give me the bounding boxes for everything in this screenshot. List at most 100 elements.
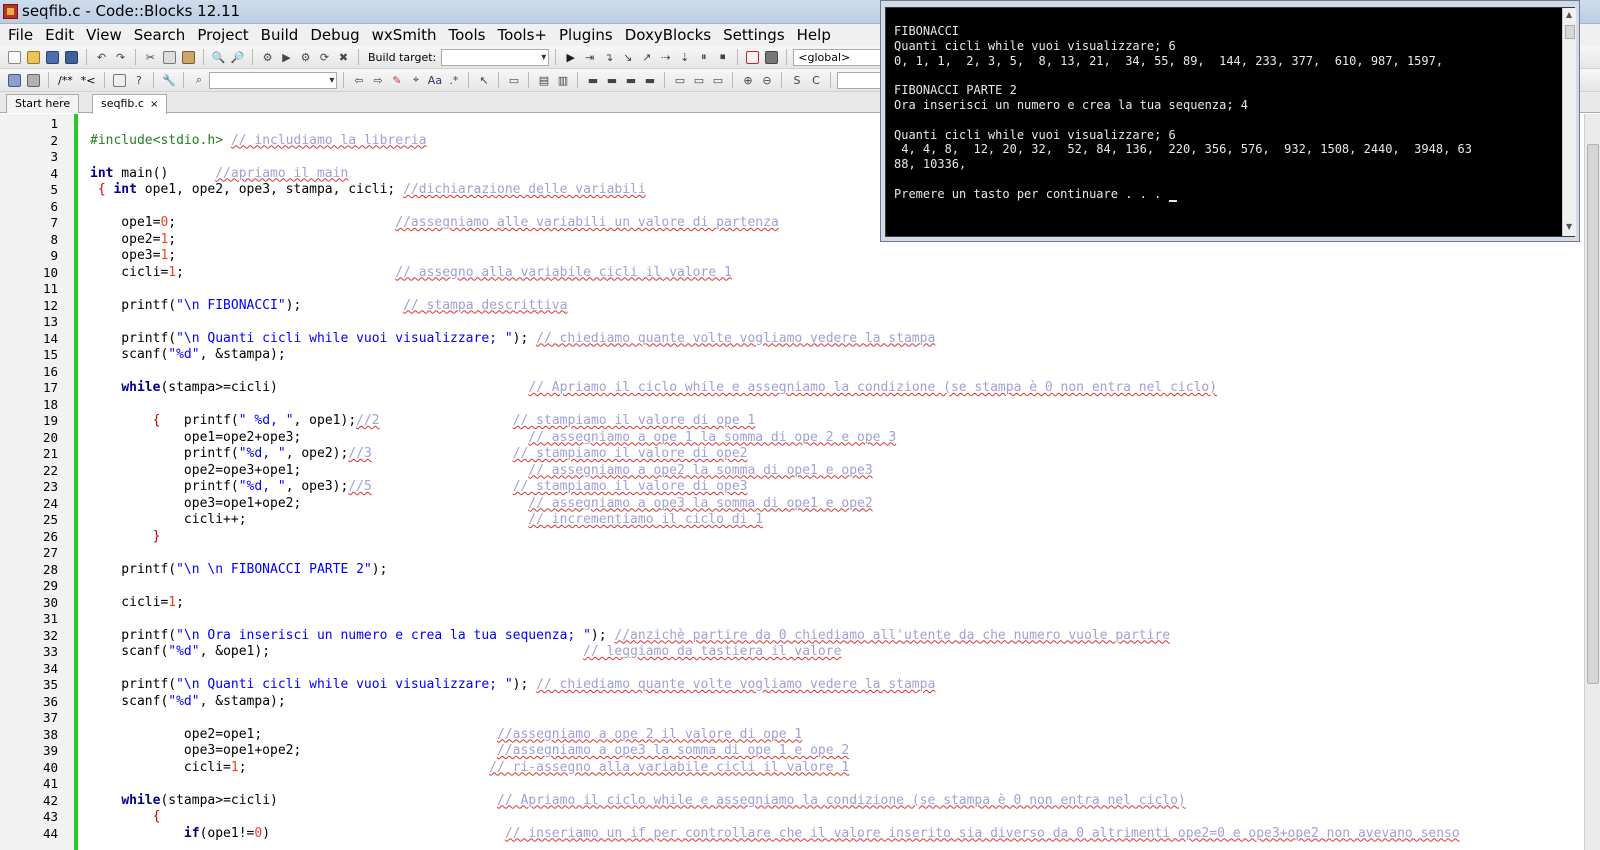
cut-icon[interactable]: ✂ [143, 50, 158, 65]
code-line[interactable]: 13 [0, 314, 1584, 331]
code-line[interactable]: 11 [0, 281, 1584, 298]
debugging-windows-icon[interactable] [745, 50, 760, 65]
rebuild-icon[interactable]: ⟳ [317, 50, 332, 65]
block-tool-2-icon[interactable]: ▬ [604, 73, 619, 88]
code-line[interactable]: 23 printf("%d, ", ope3);//5 // stampiamo… [0, 479, 1584, 496]
menu-settings[interactable]: Settings [717, 26, 791, 44]
menu-wxsmith[interactable]: wxSmith [366, 26, 443, 44]
menu-search[interactable]: Search [128, 26, 192, 44]
code-line[interactable]: 19 { printf(" %d, ", ope1);//2 // stampi… [0, 413, 1584, 430]
menu-edit[interactable]: Edit [39, 26, 80, 44]
build-and-run-icon[interactable]: ⚙ [298, 50, 313, 65]
stop-debugger-icon[interactable]: ⏹ [715, 50, 730, 65]
code-line[interactable]: 12 printf("\n FIBONACCI"); // stampa des… [0, 298, 1584, 315]
search-icon[interactable]: ⌕ [191, 73, 206, 88]
code-line[interactable]: 30 cicli=1; [0, 595, 1584, 612]
code-line[interactable]: 16 [0, 364, 1584, 381]
code-line[interactable]: 43 { [0, 809, 1584, 826]
run-chm-icon[interactable]: ? [131, 73, 146, 88]
paste-icon[interactable] [181, 50, 196, 65]
abort-icon[interactable]: ✖ [336, 50, 351, 65]
tab-start-here[interactable]: Start here [6, 94, 80, 113]
step-into-icon[interactable]: ↘ [620, 50, 635, 65]
run-to-cursor-icon[interactable]: ⇥ [582, 50, 597, 65]
code-line[interactable]: 21 printf("%d, ", ope2);//3 // stampiamo… [0, 446, 1584, 463]
code-line[interactable]: 33 scanf("%d", &ope1); // leggiamo da ta… [0, 644, 1584, 661]
highlight-icon[interactable]: ✎ [389, 73, 404, 88]
scroll-up-icon[interactable]: ▲ [1566, 10, 1572, 19]
layout-tool-1-icon[interactable]: ▤ [536, 73, 551, 88]
code-line[interactable]: 15 scanf("%d", &stampa); [0, 347, 1584, 364]
code-line[interactable]: 41 [0, 776, 1584, 793]
scroll-down-icon[interactable]: ▼ [1566, 222, 1572, 231]
menu-view[interactable]: View [80, 26, 128, 44]
code-line[interactable]: 44 if(ope1!=0) // inseriamo un if per co… [0, 826, 1584, 843]
open-file-icon[interactable] [26, 50, 41, 65]
next-line-icon[interactable]: ↴ [601, 50, 616, 65]
menu-tools-plus[interactable]: Tools+ [491, 26, 553, 44]
frame-tool-1-icon[interactable]: ▭ [672, 73, 687, 88]
editor-vertical-scrollbar[interactable] [1584, 114, 1600, 850]
zoom-in-icon[interactable]: ⊕ [740, 73, 755, 88]
block-tool-1-icon[interactable]: ▬ [585, 73, 600, 88]
block-comment-button[interactable]: /** [58, 74, 73, 87]
search-previous-icon[interactable]: ⇦ [351, 73, 366, 88]
build-target-select[interactable] [441, 48, 550, 66]
code-line[interactable]: 42 while(stampa>=cicli) // Apriamo il ci… [0, 793, 1584, 810]
code-line[interactable]: 38 ope2=ope1; //assegniamo a ope 2 il va… [0, 727, 1584, 744]
select-icon[interactable]: ↖ [476, 73, 491, 88]
code-line[interactable]: 40 cicli=1; // ri-assegno alla variabile… [0, 760, 1584, 777]
line-comment-button[interactable]: *< [81, 74, 96, 87]
run-html-icon[interactable] [112, 73, 127, 88]
code-line[interactable]: 18 [0, 397, 1584, 414]
code-line[interactable]: 14 printf("\n Quanti cicli while vuoi vi… [0, 331, 1584, 348]
incremental-search-input[interactable] [209, 71, 338, 89]
menu-doxyblocks[interactable]: DoxyBlocks [619, 26, 717, 44]
scrollbar-thumb[interactable] [1587, 144, 1599, 684]
codeblocks-app-icon[interactable] [3, 4, 18, 19]
menu-file[interactable]: File [2, 26, 39, 44]
code-line[interactable]: 17 while(stampa>=cicli) // Apriamo il ci… [0, 380, 1584, 397]
search-next-icon[interactable]: ⇨ [370, 73, 385, 88]
console-scrollbar[interactable]: ▲ ▼ [1562, 8, 1576, 236]
console-scroll-thumb[interactable] [1565, 25, 1575, 39]
frame-tool-2-icon[interactable]: ▭ [691, 73, 706, 88]
selected-text-only-icon[interactable]: ⌖ [408, 73, 423, 88]
menu-tools[interactable]: Tools [443, 26, 492, 44]
block-tool-3-icon[interactable]: ▬ [623, 73, 638, 88]
step-into-instruction-icon[interactable]: ⇣ [677, 50, 692, 65]
menu-project[interactable]: Project [191, 26, 254, 44]
console-window[interactable]: FIBONACCI Quanti cicli while vuoi visuali… [880, 0, 1580, 242]
break-debugger-icon[interactable]: ⏸ [696, 50, 711, 65]
extract-docs-icon[interactable] [26, 73, 41, 88]
undo-icon[interactable]: ↶ [94, 50, 109, 65]
various-info-icon[interactable] [764, 50, 779, 65]
build-icon[interactable]: ⚙ [260, 50, 275, 65]
run-icon[interactable]: ▶ [279, 50, 294, 65]
block-tool-4-icon[interactable]: ▬ [642, 73, 657, 88]
menu-build[interactable]: Build [255, 26, 305, 44]
code-line[interactable]: 20 ope1=ope2+ope3; // assegniamo a ope 1… [0, 430, 1584, 447]
code-line[interactable]: 32 printf("\n Ora inserisci un numero e … [0, 628, 1584, 645]
next-instruction-icon[interactable]: ⇢ [658, 50, 673, 65]
symbol-c-icon[interactable]: C [808, 73, 823, 88]
symbol-s-icon[interactable]: S [789, 73, 804, 88]
config-icon[interactable]: 🔧 [161, 73, 176, 88]
menu-debug[interactable]: Debug [304, 26, 365, 44]
debug-start-icon[interactable]: ▶ [563, 50, 578, 65]
rect-tool-icon[interactable]: ▭ [506, 73, 521, 88]
code-line[interactable]: 29 [0, 578, 1584, 595]
zoom-out-icon[interactable]: ⊖ [759, 73, 774, 88]
code-line[interactable]: 24 ope3=ope1+ope2; // assegniamo a ope3 … [0, 496, 1584, 513]
doxywizard-icon[interactable] [7, 73, 22, 88]
code-line[interactable]: 36 scanf("%d", &stampa); [0, 694, 1584, 711]
replace-icon[interactable]: 🔎 [230, 50, 245, 65]
code-line[interactable]: 9 ope3=1; [0, 248, 1584, 265]
layout-tool-2-icon[interactable]: ▥ [555, 73, 570, 88]
code-line[interactable]: 31 [0, 611, 1584, 628]
menu-plugins[interactable]: Plugins [553, 26, 619, 44]
copy-icon[interactable] [162, 50, 177, 65]
new-file-icon[interactable] [7, 50, 22, 65]
match-case-icon[interactable]: Aa [427, 73, 442, 88]
code-line[interactable]: 35 printf("\n Quanti cicli while vuoi vi… [0, 677, 1584, 694]
